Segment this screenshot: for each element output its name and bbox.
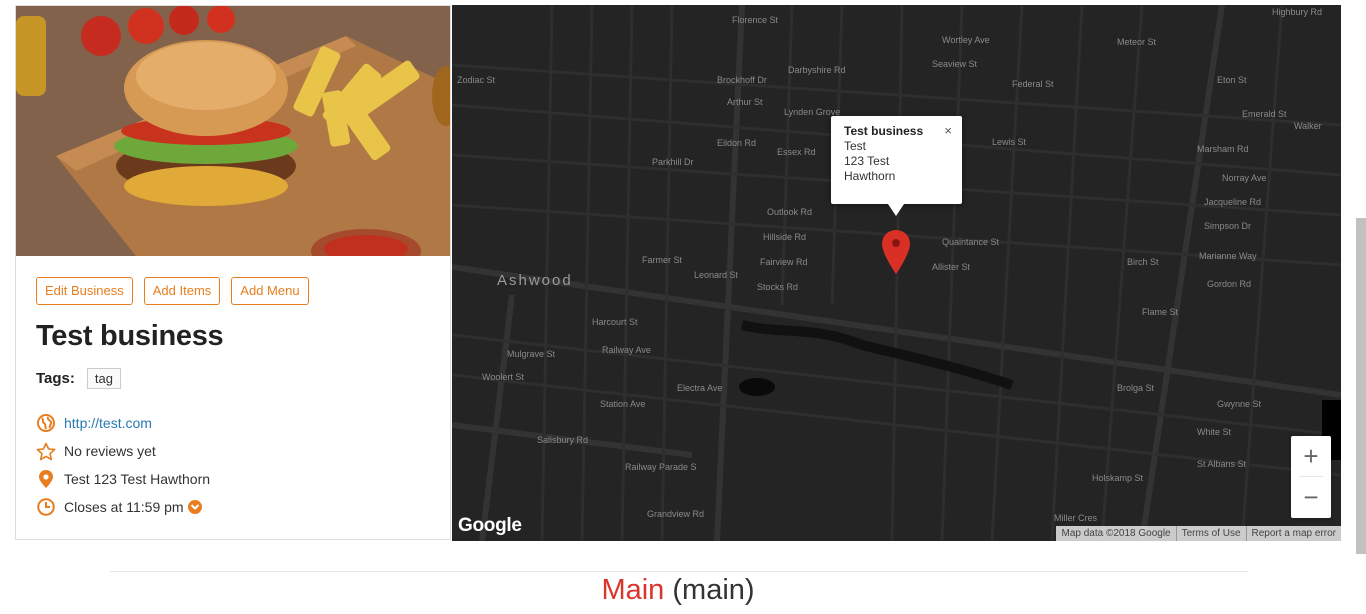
tags-label: Tags: bbox=[36, 370, 75, 387]
business-info: http://test.com No reviews yet Test 123 … bbox=[36, 409, 210, 521]
map[interactable]: Highbury Rd Florence St Brockhoff Dr Dar… bbox=[452, 5, 1341, 541]
map-data-credit: Map data ©2018 Google bbox=[1061, 528, 1171, 539]
svg-text:Lewis St: Lewis St bbox=[992, 137, 1027, 147]
popup-line-1: Test bbox=[844, 139, 867, 153]
svg-text:Wortley Ave: Wortley Ave bbox=[942, 35, 990, 45]
page-scrollbar[interactable] bbox=[1356, 218, 1366, 554]
add-items-button[interactable]: Add Items bbox=[143, 277, 221, 305]
website-row: http://test.com bbox=[36, 409, 210, 437]
section-heading: Main (main) bbox=[0, 574, 1356, 607]
svg-text:Miller Cres: Miller Cres bbox=[1054, 513, 1098, 523]
svg-text:Outlook Rd: Outlook Rd bbox=[767, 207, 812, 217]
zoom-out-button[interactable]: − bbox=[1291, 477, 1331, 517]
hours-text: Closes at 11:59 pm bbox=[64, 499, 184, 515]
edit-business-button[interactable]: Edit Business bbox=[36, 277, 133, 305]
popup-title: Test business bbox=[844, 124, 924, 138]
address-text: Test 123 Test Hawthorn bbox=[64, 471, 211, 487]
svg-text:Ashwood: Ashwood bbox=[497, 272, 573, 289]
svg-text:Holskamp St: Holskamp St bbox=[1092, 473, 1144, 483]
svg-text:Flame St: Flame St bbox=[1142, 307, 1179, 317]
map-info-popup: Test business Test 123 Test Hawthorn × bbox=[831, 116, 962, 216]
add-menu-button[interactable]: Add Menu bbox=[231, 277, 309, 305]
section-name: Main bbox=[601, 574, 665, 606]
svg-text:Simpson Dr: Simpson Dr bbox=[1204, 221, 1251, 231]
svg-text:Zodiac St: Zodiac St bbox=[457, 75, 496, 85]
clock-icon bbox=[36, 497, 56, 517]
svg-text:Fairview Rd: Fairview Rd bbox=[760, 257, 808, 267]
website-link[interactable]: http://test.com bbox=[64, 415, 152, 431]
popup-line-3: Hawthorn bbox=[844, 169, 896, 183]
section-divider bbox=[110, 571, 1248, 572]
svg-text:Florence St: Florence St bbox=[732, 15, 779, 25]
globe-icon bbox=[36, 413, 56, 433]
svg-text:Marianne Way: Marianne Way bbox=[1199, 251, 1257, 261]
chevron-down-icon[interactable] bbox=[187, 500, 202, 514]
svg-text:Meteor St: Meteor St bbox=[1117, 37, 1157, 47]
svg-text:Eildon Rd: Eildon Rd bbox=[717, 138, 756, 148]
popup-line-2: 123 Test bbox=[844, 154, 890, 168]
svg-text:Woolert St: Woolert St bbox=[482, 372, 524, 382]
reviews-text: No reviews yet bbox=[64, 443, 156, 459]
svg-text:Station Ave: Station Ave bbox=[600, 399, 645, 409]
svg-text:Hillside Rd: Hillside Rd bbox=[763, 232, 806, 242]
svg-text:Quaintance St: Quaintance St bbox=[942, 237, 1000, 247]
svg-text:Darbyshire Rd: Darbyshire Rd bbox=[788, 65, 846, 75]
svg-text:Seaview St: Seaview St bbox=[932, 59, 978, 69]
report-map-error-link[interactable]: Report a map error bbox=[1245, 526, 1341, 541]
svg-text:Harcourt St: Harcourt St bbox=[592, 317, 638, 327]
reviews-row: No reviews yet bbox=[36, 437, 210, 465]
svg-text:Norray Ave: Norray Ave bbox=[1222, 173, 1266, 183]
svg-text:Brolga St: Brolga St bbox=[1117, 383, 1155, 393]
map-pin-icon bbox=[36, 469, 56, 489]
svg-text:Electra Ave: Electra Ave bbox=[677, 383, 722, 393]
svg-text:Brockhoff Dr: Brockhoff Dr bbox=[717, 75, 767, 85]
svg-text:Marsham Rd: Marsham Rd bbox=[1197, 144, 1249, 154]
svg-text:Jacqueline Rd: Jacqueline Rd bbox=[1204, 197, 1261, 207]
svg-text:Railway Ave: Railway Ave bbox=[602, 345, 651, 355]
star-icon bbox=[36, 441, 56, 461]
address-row: Test 123 Test Hawthorn bbox=[36, 465, 210, 493]
svg-text:Gwynne St: Gwynne St bbox=[1217, 399, 1262, 409]
svg-text:Railway Parade S: Railway Parade S bbox=[625, 462, 697, 472]
svg-text:Arthur St: Arthur St bbox=[727, 97, 763, 107]
svg-text:Salisbury Rd: Salisbury Rd bbox=[537, 435, 588, 445]
svg-text:Emerald St: Emerald St bbox=[1242, 109, 1287, 119]
google-logo[interactable]: Google bbox=[458, 515, 522, 537]
svg-text:Birch St: Birch St bbox=[1127, 257, 1159, 267]
svg-text:Walker: Walker bbox=[1294, 121, 1322, 131]
tag-chip[interactable]: tag bbox=[86, 368, 121, 389]
section-slug: (main) bbox=[672, 574, 755, 606]
close-icon[interactable]: × bbox=[944, 123, 952, 138]
svg-text:Leonard St: Leonard St bbox=[694, 270, 739, 280]
svg-text:Federal St: Federal St bbox=[1012, 79, 1054, 89]
tags-row: Tags: tag bbox=[36, 368, 121, 389]
svg-text:St Albans St: St Albans St bbox=[1197, 459, 1247, 469]
svg-text:Grandview Rd: Grandview Rd bbox=[647, 509, 704, 519]
zoom-in-button[interactable]: + bbox=[1291, 436, 1331, 476]
svg-text:Gordon Rd: Gordon Rd bbox=[1207, 279, 1251, 289]
svg-text:White St: White St bbox=[1197, 427, 1232, 437]
svg-text:Mulgrave St: Mulgrave St bbox=[507, 349, 556, 359]
zoom-controls: + − bbox=[1291, 436, 1331, 518]
svg-text:Farmer St: Farmer St bbox=[642, 255, 683, 265]
svg-text:Essex Rd: Essex Rd bbox=[777, 147, 816, 157]
svg-text:Stocks Rd: Stocks Rd bbox=[757, 282, 798, 292]
business-photo bbox=[16, 6, 450, 256]
svg-text:Highbury Rd: Highbury Rd bbox=[1272, 7, 1322, 17]
map-attribution: Map data ©2018 Google Terms of Use Repor… bbox=[1056, 526, 1341, 541]
svg-text:Eton St: Eton St bbox=[1217, 75, 1247, 85]
business-title: Test business bbox=[36, 320, 224, 352]
business-card: Edit Business Add Items Add Menu Test bu… bbox=[15, 5, 451, 540]
svg-text:Parkhill Dr: Parkhill Dr bbox=[652, 157, 694, 167]
terms-of-use-link[interactable]: Terms of Use bbox=[1175, 526, 1246, 541]
svg-text:Allister St: Allister St bbox=[932, 262, 971, 272]
hours-row: Closes at 11:59 pm bbox=[36, 493, 210, 521]
